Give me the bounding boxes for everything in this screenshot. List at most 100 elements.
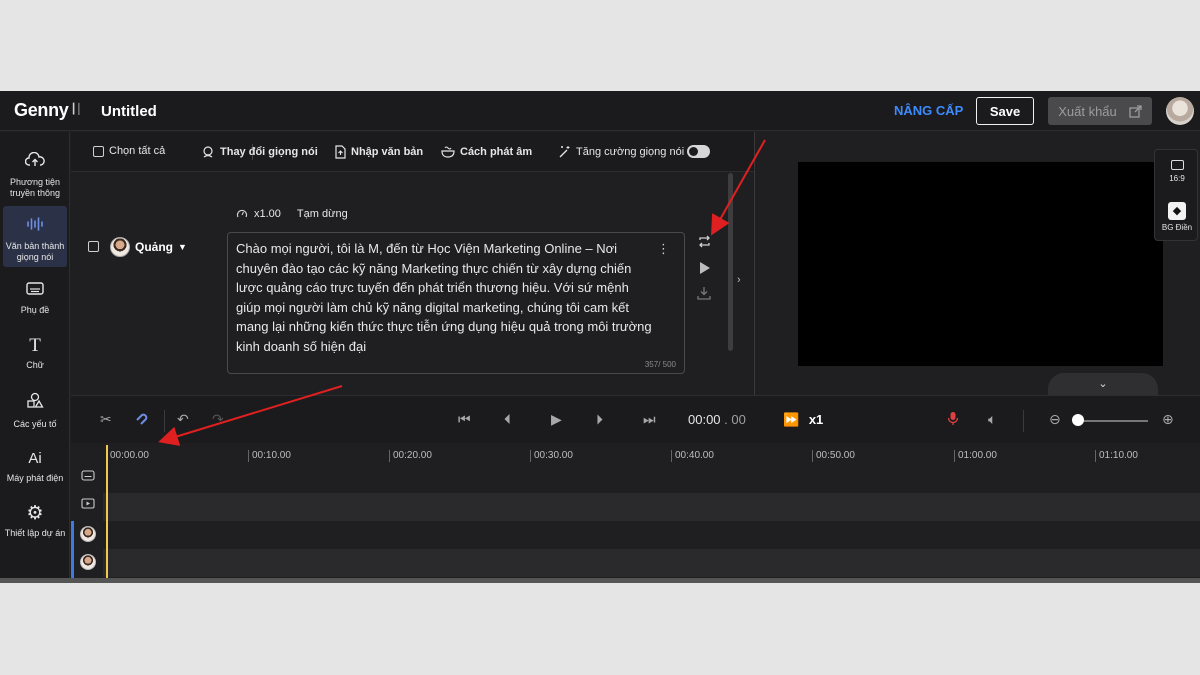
- redo-icon[interactable]: ↷: [212, 411, 224, 428]
- speaker-avatar: [110, 237, 130, 257]
- speed-value[interactable]: x1.00: [254, 208, 281, 220]
- chevron-down-icon: ⌄: [1098, 378, 1108, 390]
- checkbox-icon: [93, 145, 104, 157]
- voice-track-marker: [71, 521, 74, 578]
- chevron-right-icon[interactable]: ›: [737, 274, 741, 286]
- sidebar-item-label: Các yếu tố: [13, 419, 57, 429]
- speed-gauge-icon: [236, 209, 248, 218]
- panel-divider[interactable]: [754, 132, 755, 395]
- upgrade-link[interactable]: NÂNG CẤP: [894, 103, 963, 118]
- left-sidebar: Phương tiện truyền thông Văn bản thành g…: [0, 132, 70, 583]
- loop-icon[interactable]: [697, 234, 712, 252]
- paint-bucket-icon: ◆: [1168, 202, 1186, 220]
- play-icon[interactable]: ▶: [551, 411, 562, 428]
- soundwave-icon: [25, 216, 45, 237]
- preview-drawer-toggle[interactable]: ⌄: [1048, 373, 1158, 395]
- timeline-divider: [164, 410, 165, 432]
- speaker-name: Quảng: [135, 240, 173, 254]
- video-track[interactable]: [103, 493, 1200, 521]
- script-text-area[interactable]: Chào mọi người, tôi là M, đến từ Học Việ…: [227, 232, 685, 374]
- timecode: 00:00 . 00: [688, 412, 746, 427]
- sidebar-item-text-to-speech[interactable]: Văn bản thành giọng nói: [3, 206, 67, 267]
- enhance-voice-option: Tăng cường giọng nói: [558, 145, 684, 158]
- subtitle-icon: [25, 280, 45, 301]
- magnet-icon[interactable]: [134, 411, 149, 429]
- sidebar-item-project-settings[interactable]: ⚙ Thiết lập dự án: [3, 504, 67, 544]
- timeline-scrollbar[interactable]: [0, 578, 1200, 583]
- step-forward-icon[interactable]: ⏵: [596, 411, 603, 428]
- project-title[interactable]: Untitled: [101, 103, 157, 120]
- change-voice-button[interactable]: Thay đổi giọng nói: [201, 145, 318, 159]
- speaker-selector[interactable]: Quảng ▼: [110, 237, 187, 257]
- zoom-slider-handle[interactable]: [1072, 414, 1084, 426]
- skip-start-icon[interactable]: ⏮: [458, 411, 471, 428]
- sidebar-item-label: Máy phát điện: [6, 473, 64, 483]
- volume-icon[interactable]: 🔈︎: [988, 411, 996, 428]
- sidebar-item-label: Văn bản thành giọng nói: [5, 241, 65, 262]
- settings-icon: ⚙: [26, 503, 44, 524]
- timecode-ms: . 00: [724, 412, 746, 427]
- export-button[interactable]: Xuất khẩu: [1048, 97, 1152, 125]
- caret-down-icon: ▼: [178, 242, 187, 252]
- save-button[interactable]: Save: [976, 97, 1034, 125]
- select-all-label: Chọn tất cả: [109, 145, 166, 157]
- timeline-ruler[interactable]: 00:00.00 00:10.00 00:20.00 00:30.00 00:4…: [71, 443, 1200, 467]
- playhead[interactable]: [106, 445, 108, 578]
- subtitle-track-icon: [79, 470, 97, 488]
- enhance-voice-toggle[interactable]: [687, 145, 710, 158]
- sidebar-item-label: Phụ đề: [20, 305, 50, 315]
- user-avatar[interactable]: [1166, 97, 1194, 125]
- undo-icon[interactable]: ↶: [177, 411, 189, 428]
- sidebar-item-media[interactable]: Phương tiện truyền thông: [3, 151, 67, 198]
- import-text-button[interactable]: Nhập văn bản: [334, 145, 423, 159]
- sidebar-item-subtitles[interactable]: Phụ đề: [3, 280, 67, 320]
- subtitle-track[interactable]: [103, 465, 1200, 493]
- sidebar-item-ai-generator[interactable]: Ai Máy phát điện: [3, 449, 67, 489]
- ruler-tick: 00:00.00: [106, 450, 149, 462]
- sidebar-item-text[interactable]: T Chữ: [3, 336, 67, 376]
- select-all-checkbox[interactable]: Chọn tất cả: [93, 145, 165, 157]
- ruler-tick: 00:10.00: [248, 450, 291, 462]
- row-checkbox[interactable]: [88, 241, 99, 252]
- skip-end-icon[interactable]: ⏭: [643, 411, 656, 428]
- top-header: Genny ┃│ Untitled NÂNG CẤP Save Xuất khẩu: [0, 91, 1200, 131]
- timeline-toolbar: ✂ ↶ ↷ ⏮ ⏴ ▶ ⏵ ⏭ 00:00 . 00 ⏩ x1 🔈︎ ⊖ ⊕: [71, 395, 1200, 443]
- step-back-icon[interactable]: ⏴: [504, 411, 511, 428]
- genny-logo[interactable]: Genny ┃│: [14, 100, 82, 121]
- video-preview[interactable]: [798, 162, 1163, 366]
- timeline-tracks: [71, 465, 1200, 578]
- video-track-icon: [79, 498, 97, 516]
- script-text[interactable]: Chào mọi người, tôi là M, đến từ Học Việ…: [236, 239, 654, 357]
- voice-track-avatar: [80, 554, 96, 570]
- change-voice-label: Thay đổi giọng nói: [220, 146, 318, 158]
- play-line-icon[interactable]: [697, 261, 711, 278]
- character-counter: 357/ 500: [644, 360, 676, 369]
- pronunciation-button[interactable]: Cách phát âm: [441, 145, 532, 158]
- timeline-divider: [1023, 410, 1024, 432]
- scissors-icon[interactable]: ✂: [100, 411, 112, 428]
- magic-wand-icon: [559, 146, 570, 158]
- playback-speed-value: x1: [808, 412, 824, 427]
- aspect-ratio-icon: [1170, 160, 1184, 170]
- sidebar-item-elements[interactable]: Các yếu tố: [3, 392, 67, 432]
- background-fill-button[interactable]: ◆ BG Điền: [1155, 202, 1199, 232]
- voice-track[interactable]: [103, 549, 1200, 577]
- ruler-tick: 01:10.00: [1095, 450, 1138, 462]
- zoom-slider[interactable]: [1074, 420, 1148, 422]
- script-scrollbar[interactable]: [728, 173, 733, 351]
- microphone-icon[interactable]: [947, 411, 959, 429]
- zoom-out-icon[interactable]: ⊖: [1049, 411, 1061, 428]
- zoom-in-icon[interactable]: ⊕: [1162, 411, 1174, 428]
- cloud-upload-icon: [24, 151, 45, 173]
- pause-button[interactable]: Tạm dừng: [297, 208, 348, 220]
- timecode-main: 00:00: [688, 412, 721, 427]
- pronunciation-label: Cách phát âm: [460, 145, 533, 158]
- aspect-ratio-button[interactable]: 16:9: [1155, 160, 1199, 183]
- download-icon[interactable]: [697, 286, 711, 303]
- ruler-tick: 00:30.00: [530, 450, 573, 462]
- playback-speed[interactable]: ⏩ x1: [783, 412, 823, 428]
- voice-track[interactable]: [103, 521, 1200, 549]
- more-options-icon[interactable]: ⋮: [657, 241, 670, 257]
- ruler-tick: 00:40.00: [671, 450, 714, 462]
- sidebar-item-label: Chữ: [26, 360, 44, 370]
